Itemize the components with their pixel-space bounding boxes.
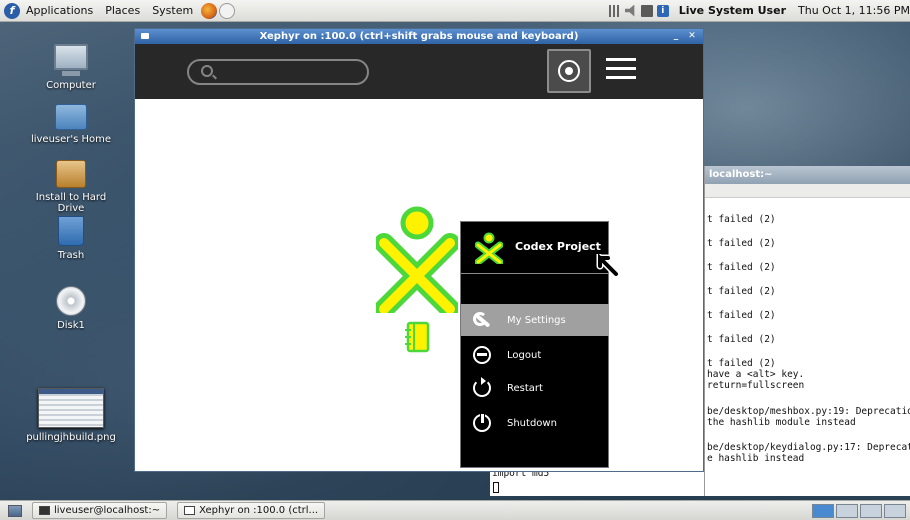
terminal-menubar[interactable] [705,184,910,198]
system-tray: i Live System User Thu Oct 1, 11:56 PM [608,4,910,17]
ring-center-icon [565,67,573,75]
image-file-icon [38,388,104,428]
desktop-icon-label: Trash [57,250,85,261]
taskbar-item-xephyr[interactable]: Xephyr on :100.0 (ctrl... [177,502,326,519]
menu-item-label: Restart [507,382,543,394]
menu-item-logout[interactable]: Logout [461,339,609,371]
trash-icon [58,216,84,246]
menu-system[interactable]: System [146,0,199,22]
window-app-icon [184,506,196,515]
terminal-line: e hashlib instead [707,453,805,464]
logout-icon [473,346,491,364]
user-menu[interactable]: Live System User [679,4,786,17]
terminal-line: t failed (2) [707,238,776,249]
close-button[interactable]: ✕ [685,30,699,42]
taskbar-item-terminal[interactable]: liveuser@localhost:~ [32,502,168,519]
terminal-line: t failed (2) [707,214,776,225]
fedora-logo-icon[interactable]: f [4,2,20,19]
desktop-icon-trash[interactable]: Trash [21,216,121,261]
terminal-line: t failed (2) [707,358,776,369]
installer-icon [56,160,86,188]
search-icon [201,65,213,77]
window-title: Xephyr on :100.0 (ctrl+shift grabs mouse… [259,31,579,42]
xo-buddy-icon[interactable] [376,205,458,313]
list-view-icon-bar [606,67,636,70]
palette-title: Codex Project [515,240,601,253]
battery-icon[interactable] [640,4,653,17]
firefox-launcher-icon[interactable] [201,2,218,19]
power-icon [473,413,491,432]
desktop-icon-disk1[interactable]: Disk1 [21,286,121,331]
network-applet-icon[interactable] [219,2,236,19]
terminal-line: t failed (2) [707,286,776,297]
search-input[interactable] [187,59,369,85]
list-view-icon-bar [606,76,636,79]
list-view-button[interactable] [606,58,636,84]
restart-icon [473,377,491,397]
taskbar-item-label: liveuser@localhost:~ [54,505,161,516]
journal-icon[interactable] [403,321,433,353]
show-desktop-icon[interactable] [8,504,22,517]
computer-icon [54,44,88,76]
menu-item-label: Shutdown [507,417,557,429]
desktop-icon-install[interactable]: Install to Hard Drive [21,160,121,214]
menu-item-restart[interactable]: Restart [461,372,609,404]
menu-item-label: My Settings [507,314,566,326]
top-panel: f Applications Places System i Live Syst… [0,0,910,22]
terminal-bottom-area[interactable]: import md5 [490,468,704,496]
terminal-window[interactable]: localhost:~ t failed (2) t failed (2) t … [704,166,910,496]
window-controls: _ ✕ [669,30,699,42]
desktop-icon-screenshot[interactable]: pullingjhbuild.png [21,388,121,443]
clock[interactable]: Thu Oct 1, 11:56 PM [798,4,910,17]
desktop-icon-label: liveuser's Home [30,134,112,145]
volume-icon[interactable] [624,4,635,17]
workspace-2[interactable] [836,503,858,518]
terminal-line: the hashlib module instead [707,417,856,428]
menu-item-my-settings[interactable]: My Settings [461,304,609,336]
terminal-line: have a <alt> key. [707,369,805,380]
desktop-icon-home[interactable]: liveuser's Home [21,104,121,145]
bottom-panel: liveuser@localhost:~ Xephyr on :100.0 (c… [0,500,910,520]
wrench-icon [473,311,491,329]
terminal-app-icon [39,506,50,515]
xo-mini-icon [475,232,503,264]
xephyr-titlebar[interactable]: Xephyr on :100.0 (ctrl+shift grabs mouse… [135,29,703,44]
workspace-switcher [812,503,906,518]
xephyr-window[interactable]: Xephyr on :100.0 (ctrl+shift grabs mouse… [134,28,704,472]
terminal-titlebar[interactable]: localhost:~ [705,166,910,184]
terminal-line: be/desktop/meshbox.py:19: Deprecatio [707,406,910,417]
taskbar-item-label: Xephyr on :100.0 (ctrl... [199,505,319,516]
terminal-line: t failed (2) [707,310,776,321]
workspace-3[interactable] [860,503,882,518]
terminal-line: t failed (2) [707,262,776,273]
terminal-cursor [493,482,499,493]
minimize-button[interactable]: _ [669,30,683,42]
terminal-line: be/desktop/keydialog.py:17: Deprecat [707,442,910,453]
workspace-4[interactable] [884,503,906,518]
sugar-toolbar [135,44,703,99]
window-menu-icon[interactable] [141,33,149,39]
desktop-icon-label: pullingjhbuild.png [26,432,116,443]
home-folder-icon [55,104,87,130]
menu-item-shutdown[interactable]: Shutdown [461,407,609,439]
info-icon[interactable]: i [656,4,669,17]
menu-places[interactable]: Places [99,0,146,22]
palette-header: Codex Project [461,222,608,274]
buddy-palette-menu: Codex Project My Settings Logout Restart… [460,221,609,468]
desktop-icon-label: Computer [46,80,96,91]
desktop-icon-label: Disk1 [57,320,85,331]
workspace-1[interactable] [812,503,834,518]
mouse-pointer-icon [596,254,620,278]
desktop-icon-label: Install to Hard Drive [35,192,107,214]
menu-item-label: Logout [507,349,542,361]
signal-strength-icon[interactable] [608,4,621,17]
list-view-icon-bar [606,58,636,61]
terminal-line: t failed (2) [707,334,776,345]
terminal-line: return=fullscreen [707,380,805,391]
desktop-icon-computer[interactable]: Computer [21,44,121,91]
dvd-disk-icon [56,286,86,316]
home-view-button[interactable] [547,49,591,93]
menu-applications[interactable]: Applications [20,0,99,22]
